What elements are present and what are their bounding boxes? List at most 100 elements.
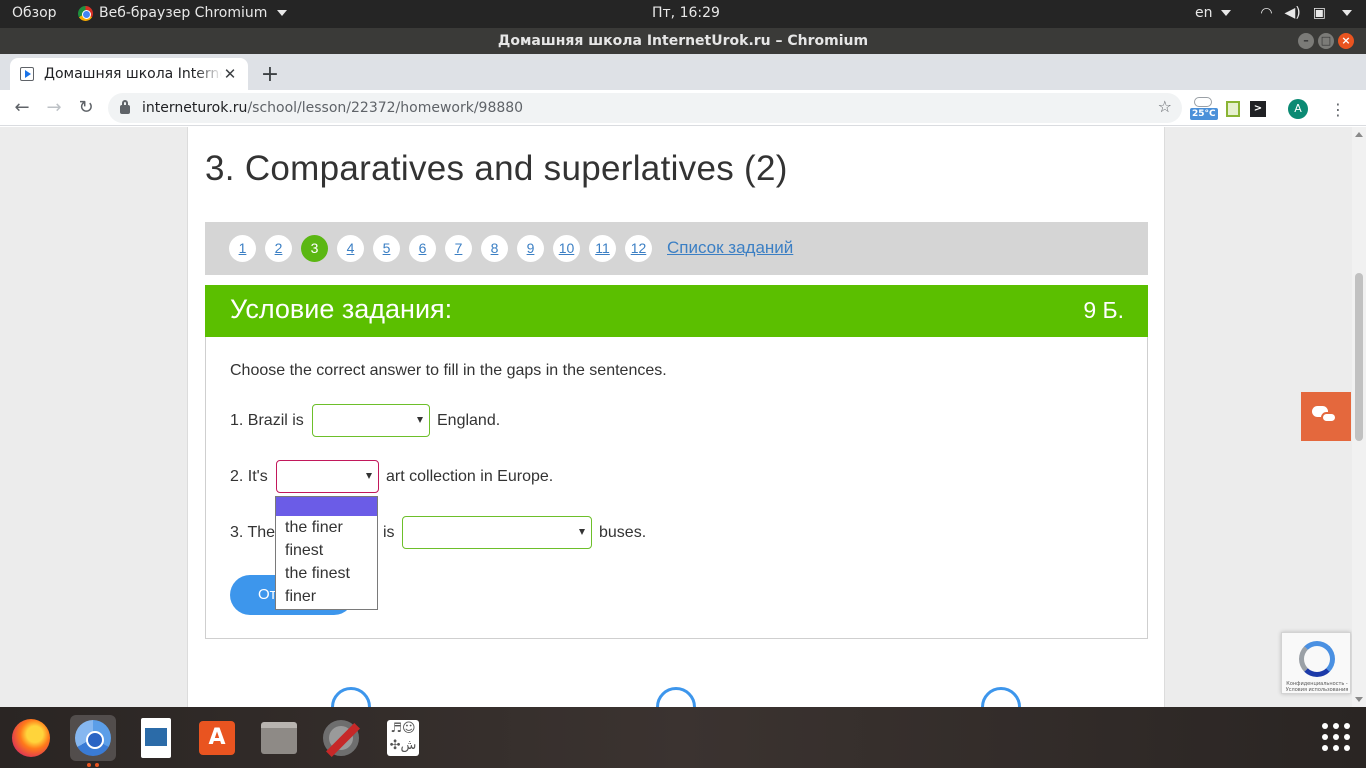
q2-text-after: art collection in Europe. — [386, 468, 554, 485]
window-title-bar: Домашняя школа InternetUrok.ru – Chromiu… — [0, 28, 1366, 54]
prev-arrow-icon[interactable] — [331, 687, 371, 707]
q2-dropdown-list[interactable]: the finer finest the finest finer — [275, 496, 378, 610]
profile-avatar[interactable]: A — [1288, 99, 1308, 119]
settings-icon[interactable] — [318, 715, 364, 761]
up-arrow-icon[interactable] — [656, 687, 696, 707]
software-center-icon[interactable]: A — [194, 715, 240, 761]
minimize-icon[interactable]: – — [1298, 33, 1314, 49]
new-tab-button[interactable]: + — [256, 62, 284, 90]
q1-text-after: England. — [437, 412, 501, 429]
dropdown-option[interactable]: finer — [276, 585, 377, 608]
writer-icon[interactable] — [132, 715, 178, 761]
page-link-5[interactable]: 5 — [373, 235, 400, 262]
cabinet-logo — [261, 722, 297, 754]
browser-tab[interactable]: Домашняя школа InternetUrok.ru ✕ — [10, 58, 248, 90]
recaptcha-icon — [1299, 641, 1335, 677]
page-link-10[interactable]: 10 — [553, 235, 580, 262]
app-menu[interactable]: Веб-браузер Chromium — [78, 5, 288, 21]
store-logo: A — [199, 721, 235, 755]
address-bar[interactable]: interneturok.ru/school/lesson/22372/home… — [108, 93, 1182, 123]
q1-text-before: 1. Brazil is — [230, 412, 304, 429]
back-icon[interactable]: ← — [10, 96, 34, 120]
page-link-1[interactable]: 1 — [229, 235, 256, 262]
dropdown-option[interactable]: the finer — [276, 516, 377, 539]
lock-icon — [120, 100, 130, 114]
next-arrow-icon[interactable] — [981, 687, 1021, 707]
firefox-icon[interactable] — [8, 715, 54, 761]
page-link-11[interactable]: 11 — [589, 235, 616, 262]
recaptcha-badge[interactable]: Конфиденциальность - Условия использован… — [1281, 632, 1351, 694]
close-icon[interactable]: × — [1338, 33, 1354, 49]
volume-icon: ◀) — [1284, 5, 1301, 21]
language-label: en — [1195, 5, 1213, 21]
window-title: Домашняя школа InternetUrok.ru – Chromiu… — [497, 33, 869, 49]
page-link-9[interactable]: 9 — [517, 235, 544, 262]
page-viewport: 3. Comparatives and superlatives (2) 1 2… — [0, 127, 1366, 707]
page-link-4[interactable]: 4 — [337, 235, 364, 262]
task-points: 9 Б. — [1083, 297, 1124, 323]
page-link-2[interactable]: 2 — [265, 235, 292, 262]
recaptcha-text: Конфиденциальность - Условия использован… — [1285, 681, 1349, 693]
browser-toolbar: ← → ↻ interneturok.ru/school/lesson/2237… — [0, 90, 1366, 126]
reload-icon[interactable]: ↻ — [74, 96, 98, 120]
page-scrollbar[interactable] — [1352, 127, 1366, 707]
show-apps-icon[interactable] — [1322, 723, 1350, 751]
document-logo — [141, 718, 171, 758]
wifi-icon: ◠ — [1260, 5, 1273, 21]
page-link-3[interactable]: 3 — [301, 235, 328, 262]
task-label: Условие задания: — [230, 294, 453, 324]
page-title: 3. Comparatives and superlatives (2) — [205, 149, 788, 188]
activities-button[interactable]: Обзор — [12, 5, 57, 21]
dropdown-option-blank[interactable] — [276, 497, 377, 516]
running-indicator — [87, 763, 91, 767]
chevron-down-icon — [277, 10, 288, 16]
dropdown-arrow-icon — [417, 417, 423, 423]
page-link-7[interactable]: 7 — [445, 235, 472, 262]
instruction-text: Choose the correct answer to fill in the… — [230, 362, 667, 379]
dock: A ♬☺ ✣ش — [0, 707, 1366, 768]
q1-select[interactable] — [312, 404, 430, 437]
scroll-thumb[interactable] — [1355, 273, 1363, 441]
q3-text-mid: is — [383, 524, 395, 541]
url-path: /school/lesson/22372/homework/98880 — [247, 100, 524, 116]
sheets-extension-icon[interactable] — [1226, 101, 1240, 117]
maximize-icon[interactable]: □ — [1318, 33, 1334, 49]
weather-extension[interactable]: 25°C — [1190, 96, 1218, 122]
language-indicator[interactable]: en — [1195, 5, 1231, 21]
task-pager: 1 2 3 4 5 6 7 8 9 10 11 12 Список задани… — [205, 222, 1148, 275]
dropdown-option[interactable]: the finest — [276, 562, 377, 585]
kebab-menu-icon[interactable]: ⋮ — [1330, 100, 1346, 119]
scroll-up-icon[interactable] — [1355, 132, 1363, 137]
q2-select[interactable] — [276, 460, 379, 493]
q3-text-before: 3. The — [230, 524, 276, 541]
gear-logo — [323, 720, 359, 756]
glyphs-logo: ♬☺ ✣ش — [387, 720, 419, 756]
extensions-area: 25°C > A ⋮ — [1190, 96, 1346, 122]
dropdown-arrow-icon — [579, 529, 585, 535]
close-icon[interactable]: ✕ — [222, 65, 238, 83]
q3-select[interactable] — [402, 516, 592, 549]
clock[interactable]: Пт, 16:29 — [652, 5, 720, 21]
running-indicator — [95, 763, 99, 767]
forward-icon[interactable]: → — [42, 96, 66, 120]
page-link-6[interactable]: 6 — [409, 235, 436, 262]
battery-icon: ▣ — [1312, 5, 1326, 21]
chromium-logo — [75, 720, 111, 756]
chevron-down-icon — [1342, 10, 1352, 16]
task-header: Условие задания: 9 Б. — [205, 285, 1148, 337]
dropdown-arrow-icon — [366, 473, 372, 479]
dropdown-option[interactable]: finest — [276, 539, 377, 562]
chat-button[interactable] — [1301, 392, 1351, 441]
scroll-down-icon[interactable] — [1355, 697, 1363, 702]
page-link-8[interactable]: 8 — [481, 235, 508, 262]
character-map-icon[interactable]: ♬☺ ✣ش — [380, 715, 426, 761]
task-list-link[interactable]: Список заданий — [667, 238, 793, 258]
weather-temp: 25°C — [1190, 108, 1218, 120]
star-icon[interactable]: ☆ — [1158, 97, 1172, 116]
terminal-extension-icon[interactable]: > — [1250, 101, 1266, 117]
system-tray[interactable]: ◠ ◀) ▣ — [1260, 5, 1352, 21]
play-icon — [20, 67, 34, 81]
page-link-12[interactable]: 12 — [625, 235, 652, 262]
files-icon[interactable] — [256, 715, 302, 761]
chromium-dock-icon[interactable] — [70, 715, 116, 761]
